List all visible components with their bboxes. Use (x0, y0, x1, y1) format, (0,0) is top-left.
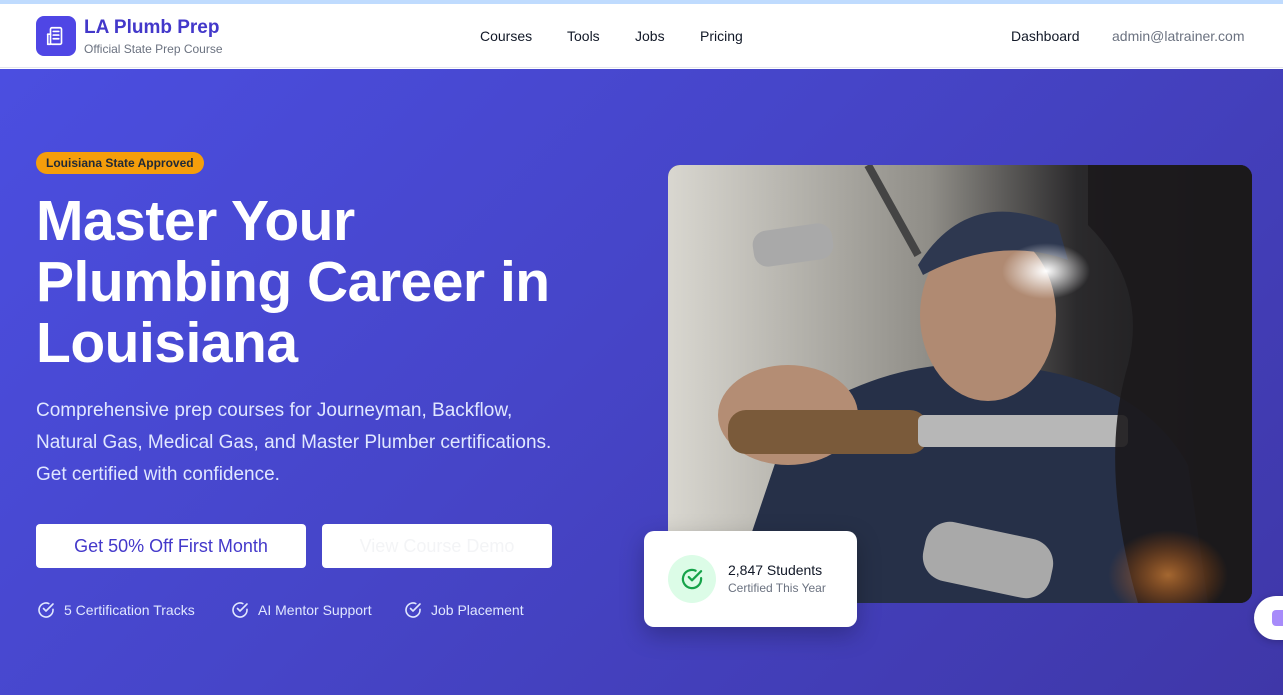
state-approved-badge: Louisiana State Approved (36, 152, 204, 174)
nav-courses[interactable]: Courses (480, 28, 532, 44)
hero-description-line: Get certified with confidence. (36, 464, 280, 485)
feature-certification-tracks: 5 Certification Tracks (36, 600, 195, 620)
hero-title: Master Your Plumbing Career in Louisiana (36, 191, 636, 374)
hero-section: Louisiana State Approved Master Your Plu… (0, 69, 1283, 695)
hero-description: Comprehensive prep courses for Journeyma… (36, 395, 616, 491)
logo[interactable] (36, 16, 76, 56)
students-stat-card: 2,847 Students Certified This Year (644, 531, 857, 627)
hero-description-line: Natural Gas, Medical Gas, and Master Plu… (36, 432, 552, 453)
hero-title-line: Louisiana (36, 311, 298, 375)
nav-dashboard[interactable]: Dashboard (1011, 28, 1080, 44)
nav-tools[interactable]: Tools (567, 28, 600, 44)
check-circle-icon (405, 602, 421, 618)
view-course-demo-button[interactable]: View Course Demo (322, 524, 552, 568)
hero-title-line: Plumbing Career in (36, 250, 550, 314)
check-circle-icon (681, 568, 703, 590)
feature-label: 5 Certification Tracks (64, 602, 195, 618)
site-header: LA Plumb Prep Official State Prep Course… (0, 4, 1283, 68)
nav-jobs[interactable]: Jobs (635, 28, 665, 44)
feature-label: AI Mentor Support (258, 602, 372, 618)
chat-widget-icon (1272, 610, 1283, 626)
brand-subtitle: Official State Prep Course (84, 42, 223, 56)
brand-title[interactable]: LA Plumb Prep (84, 17, 219, 39)
user-email[interactable]: admin@latrainer.com (1112, 28, 1245, 44)
feature-ai-mentor: AI Mentor Support (230, 600, 372, 620)
get-discount-button[interactable]: Get 50% Off First Month (36, 524, 306, 568)
chat-widget-button[interactable] (1254, 596, 1283, 640)
hero-title-line: Master Your (36, 189, 355, 253)
check-circle-icon (232, 602, 248, 618)
check-circle-icon (38, 602, 54, 618)
building-document-icon (46, 26, 63, 46)
feature-job-placement: Job Placement (403, 600, 524, 620)
hero-description-line: Comprehensive prep courses for Journeyma… (36, 400, 513, 421)
nav-pricing[interactable]: Pricing (700, 28, 743, 44)
students-count: 2,847 Students (728, 562, 823, 578)
feature-label: Job Placement (431, 602, 524, 618)
students-count-label: Certified This Year (728, 581, 826, 595)
stat-icon-wrapper (668, 555, 716, 603)
